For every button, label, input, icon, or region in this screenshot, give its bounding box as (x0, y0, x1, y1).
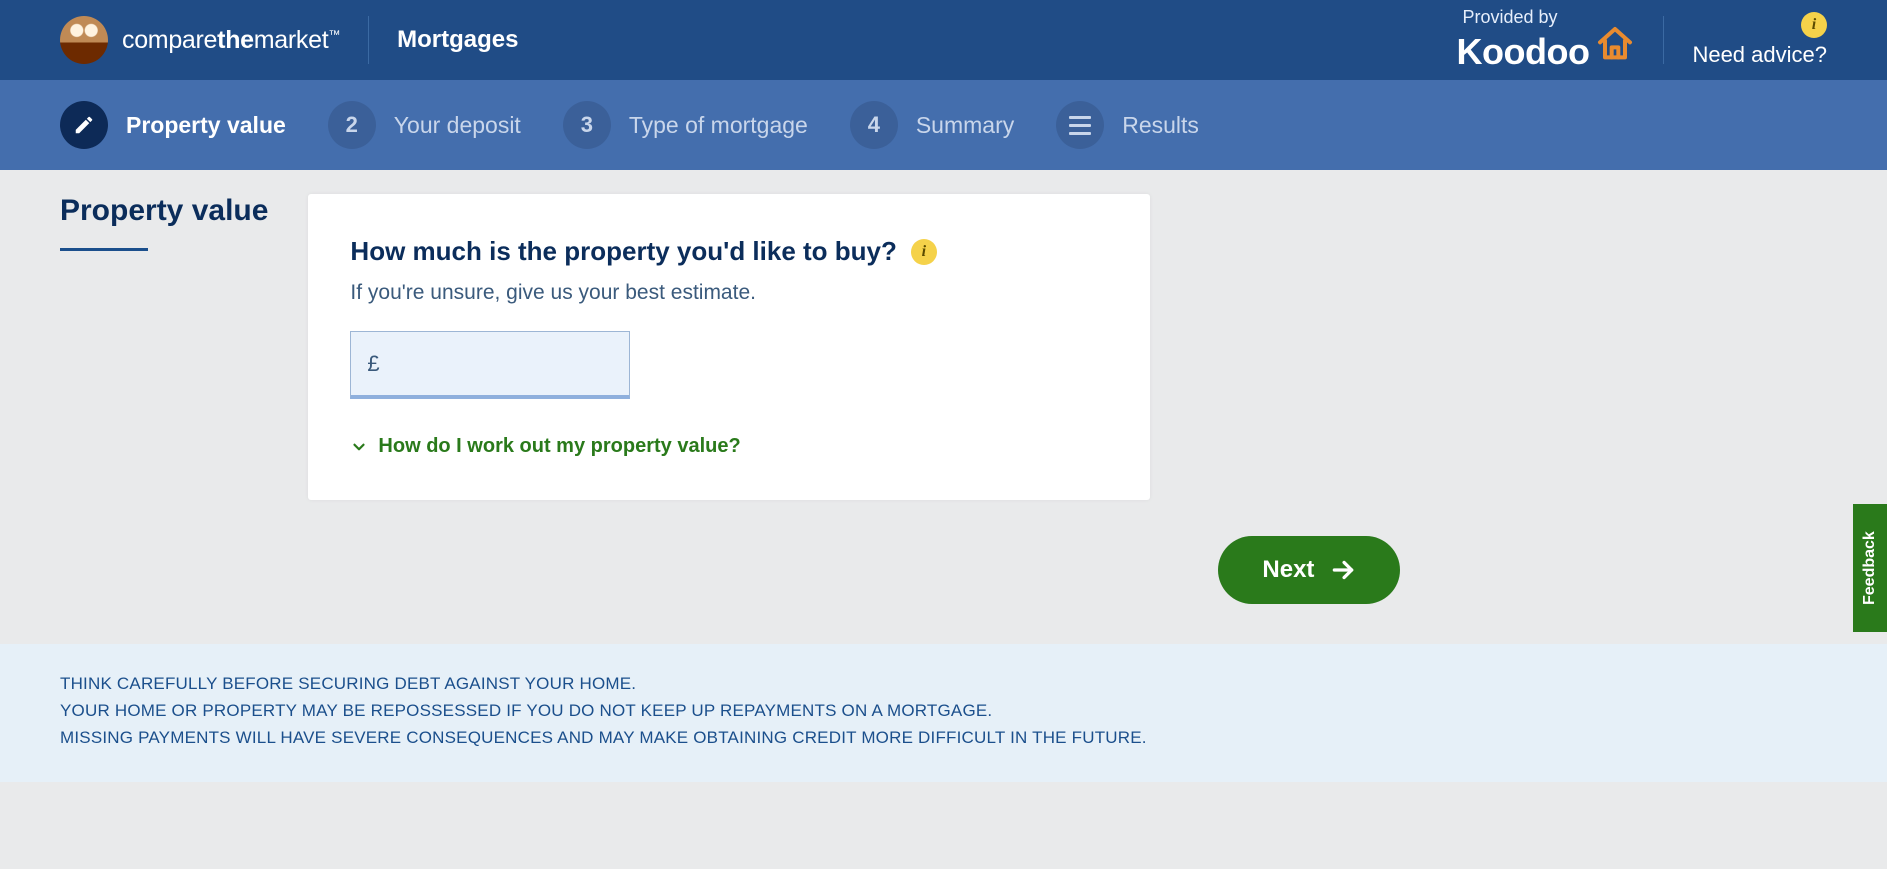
step-type-of-mortgage[interactable]: 3 Type of mortgage (563, 101, 808, 149)
feedback-label: Feedback (1861, 531, 1879, 605)
page-title: Property value (60, 194, 268, 228)
list-icon (1069, 116, 1091, 135)
info-icon[interactable]: i (911, 239, 937, 265)
step-label: Type of mortgage (629, 112, 808, 139)
help-expand-link[interactable]: How do I work out my property value? (350, 435, 1108, 458)
info-icon: i (1801, 12, 1827, 38)
need-advice-link[interactable]: i Need advice? (1692, 12, 1827, 68)
page-title-block: Property value (60, 194, 268, 604)
provided-by-block: Provided by Koodoo (1457, 7, 1636, 73)
step-label: Summary (916, 112, 1014, 139)
divider (1663, 16, 1664, 64)
stepper: Property value 2 Your deposit 3 Type of … (0, 80, 1887, 170)
header-right: Provided by Koodoo i Need advice? (1457, 7, 1828, 73)
brand-the: the (217, 26, 254, 54)
step-label: Property value (126, 112, 286, 139)
feedback-tab[interactable]: Feedback (1853, 504, 1887, 632)
disclaimer: THINK CAREFULLY BEFORE SECURING DEBT AGA… (0, 644, 1887, 782)
title-underline (60, 248, 148, 251)
step-number: 2 (328, 101, 376, 149)
house-icon (1595, 24, 1635, 73)
next-button[interactable]: Next (1218, 536, 1400, 604)
meerkat-avatar-icon (60, 16, 108, 64)
header: comparethemarket™ Mortgages Provided by … (0, 0, 1887, 80)
step-results[interactable]: Results (1056, 101, 1199, 149)
disclaimer-line: MISSING PAYMENTS WILL HAVE SEVERE CONSEQ… (60, 724, 1827, 751)
chevron-down-icon (350, 438, 368, 456)
currency-symbol: £ (367, 351, 379, 377)
main-content: Property value How much is the property … (0, 170, 1887, 644)
next-button-row: Next (308, 536, 1400, 604)
step-number: 4 (850, 101, 898, 149)
step-label: Your deposit (394, 112, 521, 139)
koodoo-logo: Koodoo (1457, 24, 1636, 73)
step-your-deposit[interactable]: 2 Your deposit (328, 101, 521, 149)
divider (368, 16, 369, 64)
need-advice-label: Need advice? (1692, 42, 1827, 68)
next-button-label: Next (1262, 556, 1314, 584)
pencil-icon (60, 101, 108, 149)
results-icon (1056, 101, 1104, 149)
question-text: How much is the property you'd like to b… (350, 236, 896, 267)
disclaimer-line: THINK CAREFULLY BEFORE SECURING DEBT AGA… (60, 670, 1827, 697)
step-number: 3 (563, 101, 611, 149)
brand-text: comparethemarket™ (122, 26, 340, 55)
question-card: How much is the property you'd like to b… (308, 194, 1150, 500)
brand-logo[interactable]: comparethemarket™ (60, 16, 340, 64)
header-section-title: Mortgages (397, 26, 518, 54)
brand-tm: ™ (328, 27, 340, 41)
brand-market: market (254, 26, 329, 54)
step-summary[interactable]: 4 Summary (850, 101, 1014, 149)
step-label: Results (1122, 112, 1199, 139)
help-link-text: How do I work out my property value? (378, 435, 740, 458)
arrow-right-icon (1330, 557, 1356, 583)
koodoo-text: Koodoo (1457, 31, 1590, 73)
step-property-value[interactable]: Property value (60, 101, 286, 149)
property-value-input[interactable] (390, 351, 614, 377)
question-subtext: If you're unsure, give us your best esti… (350, 281, 1108, 305)
property-value-input-wrap[interactable]: £ (350, 331, 630, 399)
disclaimer-line: YOUR HOME OR PROPERTY MAY BE REPOSSESSED… (60, 697, 1827, 724)
brand-compare: compare (122, 26, 217, 54)
